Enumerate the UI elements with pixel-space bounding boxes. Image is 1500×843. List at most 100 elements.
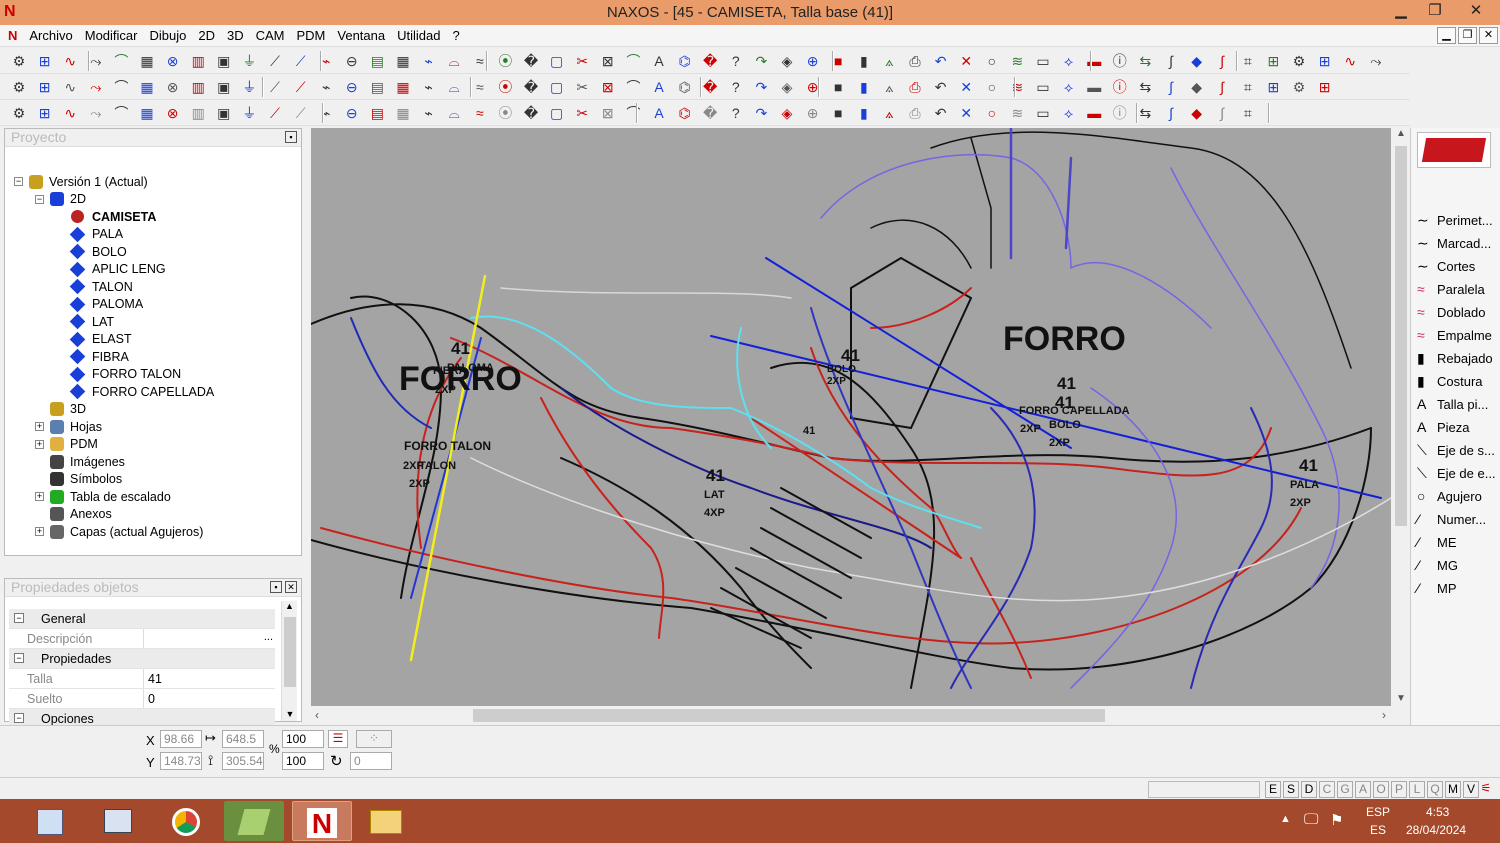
- toolbar-tool-icon[interactable]: ⏚: [240, 52, 258, 70]
- toolbar-tool-icon[interactable]: ▬: [1085, 52, 1103, 70]
- calculator-app-icon[interactable]: [20, 801, 80, 841]
- toolbar-tool-icon[interactable]: ▭: [1034, 52, 1052, 70]
- toolbar-tool-icon[interactable]: ⇆: [1136, 104, 1154, 122]
- menu-utilidad[interactable]: Utilidad: [391, 25, 446, 43]
- tree-expander-icon[interactable]: +: [35, 492, 44, 501]
- toolbar-tool-icon[interactable]: ⌓: [445, 104, 463, 122]
- toolbar-tool-icon[interactable]: ⌒: [112, 104, 130, 122]
- toolbar-tool-icon[interactable]: ▦: [138, 104, 156, 122]
- toolbar-tool-icon[interactable]: �: [522, 78, 540, 96]
- canvas-label[interactable]: 2XP: [1020, 423, 1041, 435]
- toolbar-tool-icon[interactable]: ∿: [61, 52, 79, 70]
- toolbar-tool-icon[interactable]: ⦿: [496, 78, 514, 96]
- toolbar-tool-icon[interactable]: ⟑: [880, 104, 898, 122]
- toolbar-tool-icon[interactable]: ▭: [1034, 78, 1052, 96]
- toolbar-tool-icon[interactable]: ▮: [855, 52, 873, 70]
- toolbar-tool-icon[interactable]: ⚙: [1290, 78, 1308, 96]
- toolbar-tool-icon[interactable]: ⊖: [343, 104, 361, 122]
- toolbar-tool-icon[interactable]: ▢: [548, 78, 566, 96]
- toolbar-tool-icon[interactable]: ⎙: [906, 104, 924, 122]
- doc-close-button[interactable]: ✕: [1479, 27, 1498, 44]
- tree-item[interactable]: ELAST: [69, 331, 132, 348]
- toolbar-tool-icon[interactable]: ⓘ: [1111, 52, 1129, 70]
- canvas-label[interactable]: FORRO: [1003, 320, 1126, 358]
- tool-empalme[interactable]: ≈ Empalme: [1417, 324, 1492, 346]
- toolbar-tool-icon[interactable]: A: [650, 78, 668, 96]
- toolbar-tool-icon[interactable]: �: [522, 104, 540, 122]
- canvas-label[interactable]: 2XP: [827, 376, 846, 387]
- toolbar-tool-icon[interactable]: ▤: [368, 78, 386, 96]
- toolbar-tool-icon[interactable]: ∿: [1341, 52, 1359, 70]
- tree-item[interactable]: APLIC LENG: [69, 261, 166, 278]
- toolbar-tool-icon[interactable]: ▥: [189, 104, 207, 122]
- tree-expander-icon[interactable]: +: [35, 527, 44, 536]
- vertical-scrollbar[interactable]: ▲ ▼: [1392, 128, 1410, 706]
- toolbar-tool-icon[interactable]: ⌗: [1239, 78, 1257, 96]
- layer-toggle-l[interactable]: L: [1409, 781, 1425, 798]
- scale-lock-icon[interactable]: ☰: [328, 730, 348, 748]
- toolbar-tool-icon[interactable]: ∿: [61, 104, 79, 122]
- toolbar-tool-icon[interactable]: ■: [829, 78, 847, 96]
- tree-item[interactable]: − Versión 1 (Actual): [14, 173, 148, 190]
- toolbar-tool-icon[interactable]: ◆: [1188, 52, 1206, 70]
- tool-mg[interactable]: ⁄ MG: [1417, 554, 1458, 576]
- toolbar-tool-icon[interactable]: ▦: [394, 52, 412, 70]
- toolbar-tool-icon[interactable]: A: [650, 104, 668, 122]
- tool-eje-de-s-[interactable]: ⟍ Eje de s...: [1417, 439, 1495, 461]
- toolbar-tool-icon[interactable]: ▤: [368, 52, 386, 70]
- toolbar-tool-icon[interactable]: ⊠: [599, 78, 617, 96]
- toolbar-tool-icon[interactable]: ⌓: [445, 78, 463, 96]
- properties-scrollbar[interactable]: ▲ ▼: [281, 601, 297, 721]
- toolbar-tool-icon[interactable]: ◈: [778, 78, 796, 96]
- toolbar-tool-icon[interactable]: ⟋: [266, 78, 284, 96]
- tree-item[interactable]: PALOMA: [69, 296, 143, 313]
- toolbar-tool-icon[interactable]: ∿: [61, 78, 79, 96]
- property-group[interactable]: − Propiedades: [9, 649, 275, 669]
- menu-ventana[interactable]: Ventana: [331, 25, 391, 43]
- height-field[interactable]: 305.54: [222, 752, 264, 770]
- toolbar-tool-icon[interactable]: ⓘ: [1111, 104, 1129, 122]
- toolbar-tool-icon[interactable]: ⊗: [164, 52, 182, 70]
- toolbar-tool-icon[interactable]: �: [701, 78, 719, 96]
- rotate-icon[interactable]: ↻: [330, 752, 343, 770]
- layer-toggle-e[interactable]: E: [1265, 781, 1281, 798]
- property-row[interactable]: Descripción...: [9, 629, 275, 649]
- toolbar-tool-icon[interactable]: ◆: [1188, 104, 1206, 122]
- toolbar-tool-icon[interactable]: �: [701, 52, 719, 70]
- tree-item[interactable]: CAMISETA: [69, 208, 156, 225]
- toolbar-tool-icon[interactable]: ⟑: [880, 52, 898, 70]
- toolbar-tool-icon[interactable]: ⏚: [240, 78, 258, 96]
- toolbar-tool-icon[interactable]: ○: [983, 78, 1001, 96]
- tree-item[interactable]: 3D: [35, 401, 86, 418]
- toolbar-tool-icon[interactable]: ⓘ: [1111, 78, 1129, 96]
- toolbar-tool-icon[interactable]: ⟡: [1060, 104, 1078, 122]
- toolbar-tool-icon[interactable]: ⌁: [317, 78, 335, 96]
- canvas-label[interactable]: 2XP: [409, 478, 430, 490]
- tool-costura[interactable]: ▮ Costura: [1417, 370, 1483, 392]
- toolbar-tool-icon[interactable]: ✕: [957, 78, 975, 96]
- scale-x-field[interactable]: 100: [282, 730, 324, 748]
- menu-dibujo[interactable]: Dibujo: [144, 25, 193, 43]
- menu-help[interactable]: ?: [446, 25, 465, 43]
- toolbar-tool-icon[interactable]: ↶: [932, 78, 950, 96]
- property-row[interactable]: Suelto 0: [9, 689, 275, 709]
- toolbar-tool-icon[interactable]: ?: [727, 104, 745, 122]
- tree-item[interactable]: LAT: [69, 313, 114, 330]
- property-row[interactable]: Talla 41: [9, 669, 275, 689]
- property-group[interactable]: − General: [9, 609, 275, 629]
- tool-numer-[interactable]: ⁄ Numer...: [1417, 508, 1486, 530]
- toolbar-tool-icon[interactable]: ⊞: [36, 52, 54, 70]
- toolbar-tool-icon[interactable]: ▢: [548, 104, 566, 122]
- toolbar-tool-icon[interactable]: �: [701, 104, 719, 122]
- toolbar-tool-icon[interactable]: ?: [727, 52, 745, 70]
- toolbar-tool-icon[interactable]: ⌓: [445, 52, 463, 70]
- group-toggle-icon[interactable]: −: [14, 613, 24, 623]
- clock-time[interactable]: 4:53: [1426, 805, 1449, 819]
- status-config-icon[interactable]: ⚟: [1476, 781, 1496, 798]
- toolbar-tool-icon[interactable]: ○: [983, 52, 1001, 70]
- tool-paralela[interactable]: ≈ Paralela: [1417, 278, 1485, 300]
- toolbar-tool-icon[interactable]: ▥: [189, 52, 207, 70]
- canvas-label[interactable]: 2XP: [1290, 497, 1311, 509]
- panel-close-icon[interactable]: ✕: [285, 581, 297, 593]
- toolbar-tool-icon[interactable]: ⚙: [10, 104, 28, 122]
